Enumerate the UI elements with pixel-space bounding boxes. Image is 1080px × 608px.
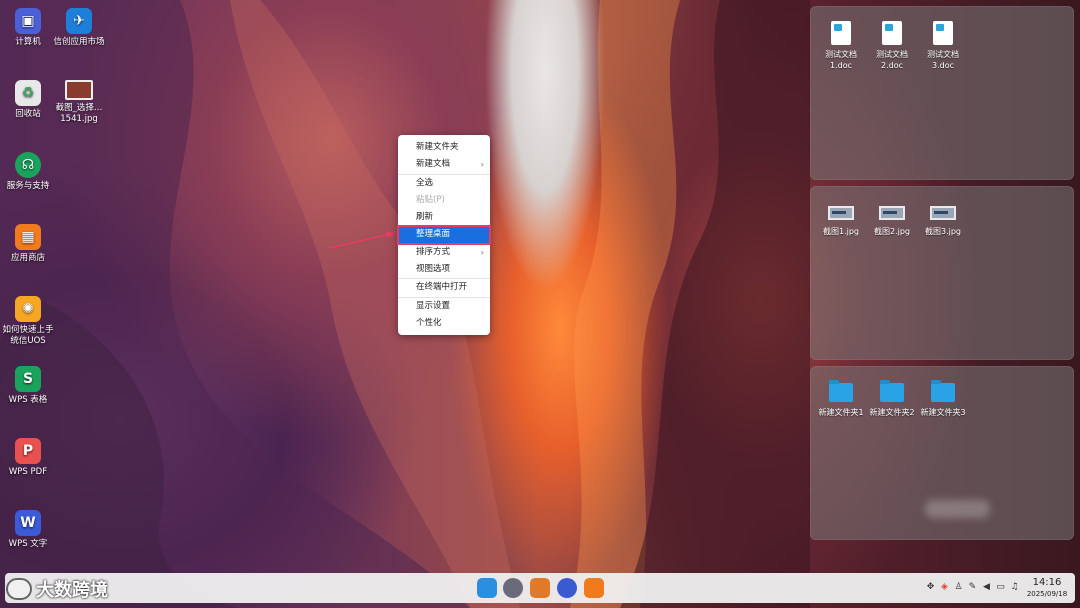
doc-item-2[interactable]: 测试文档2.doc xyxy=(868,21,916,71)
computer-icon: ▣ xyxy=(15,8,41,34)
menu-item-select-all[interactable]: 全选 xyxy=(398,175,490,192)
doc-file-icon xyxy=(933,21,953,45)
blurred-region xyxy=(925,500,990,518)
support-icon: ☊ xyxy=(15,152,41,178)
folder-item-3[interactable]: 新建文件夹3 xyxy=(919,380,967,418)
settings-icon[interactable] xyxy=(557,578,577,598)
image-item-1[interactable]: 截图1.jpg xyxy=(817,203,865,237)
image-file-icon xyxy=(65,80,93,100)
taskbar: ✥ ◈ ♙ ✎ ◀ ▭ ♫ 14:16 2025/09/18 xyxy=(5,573,1075,603)
menu-item-paste[interactable]: 粘贴(P) xyxy=(398,192,490,209)
desktop-icon-app-market[interactable]: ✈ 信创应用市场 xyxy=(53,8,105,48)
images-panel[interactable]: 截图1.jpg 截图2.jpg 截图3.jpg xyxy=(810,186,1074,360)
image-file-icon xyxy=(930,206,956,220)
watermark-logo xyxy=(6,578,32,600)
desktop-icon-support[interactable]: ☊ 服务与支持 xyxy=(2,152,54,192)
folder-item-2[interactable]: 新建文件夹2 xyxy=(868,380,916,418)
camera-icon[interactable] xyxy=(503,578,523,598)
trash-icon: ♻ xyxy=(15,80,41,106)
documents-panel[interactable]: 测试文档1.doc 测试文档2.doc 测试文档3.doc xyxy=(810,6,1074,180)
app-store-icon[interactable] xyxy=(584,578,604,598)
menu-item-new-folder[interactable]: 新建文件夹 xyxy=(398,139,490,156)
menu-item-personalize[interactable]: 个性化 xyxy=(398,315,490,332)
menu-item-display-settings[interactable]: 显示设置 xyxy=(398,298,490,315)
clock-time: 14:16 xyxy=(1032,577,1062,588)
desktop-icon-wps-sheet[interactable]: S WPS 表格 xyxy=(2,366,54,406)
menu-item-organize-desktop[interactable]: 整理桌面 xyxy=(397,225,491,245)
bulb-icon: ✺ xyxy=(15,296,41,322)
chevron-right-icon: › xyxy=(480,160,484,170)
desktop-icon-trash[interactable]: ♻ 回收站 xyxy=(2,80,54,120)
clock-date: 2025/09/18 xyxy=(1026,590,1068,598)
wps-pdf-icon: P xyxy=(15,438,41,464)
store-icon: ▦ xyxy=(15,224,41,250)
folder-icon xyxy=(931,380,955,402)
doc-file-icon xyxy=(882,21,902,45)
clock[interactable]: 14:16 2025/09/18 xyxy=(1023,576,1071,599)
file-manager-icon[interactable] xyxy=(477,578,497,598)
menu-item-refresh[interactable]: 刷新 xyxy=(398,209,490,226)
penguin-icon[interactable]: ♙ xyxy=(954,582,963,592)
chevron-right-icon: › xyxy=(480,247,484,257)
menu-item-open-terminal[interactable]: 在终端中打开 xyxy=(398,279,490,296)
desktop-icon-computer[interactable]: ▣ 计算机 xyxy=(2,8,54,48)
image-viewer-icon[interactable] xyxy=(530,578,550,598)
desktop-icon-wps-writer[interactable]: W WPS 文字 xyxy=(2,510,54,550)
image-file-icon xyxy=(879,206,905,220)
image-item-3[interactable]: 截图3.jpg xyxy=(919,203,967,237)
shield-icon[interactable]: ◈ xyxy=(940,582,949,592)
doc-file-icon xyxy=(831,21,851,45)
desktop-context-menu: 新建文件夹 新建文档 › 全选 粘贴(P) 刷新 整理桌面 排序方式 › 视图选项 … xyxy=(397,135,491,335)
system-tray: ✥ ◈ ♙ ✎ ◀ ▭ ♫ xyxy=(926,582,1019,592)
image-item-2[interactable]: 截图2.jpg xyxy=(868,203,916,237)
folder-icon xyxy=(880,380,904,402)
pen-icon[interactable]: ✎ xyxy=(968,582,977,592)
notification-icon[interactable]: ♫ xyxy=(1010,582,1019,592)
wps-sheet-icon: S xyxy=(15,366,41,392)
desktop-icon-screenshot-file[interactable]: 截图_选择…1541.jpg xyxy=(53,80,105,125)
desktop-icon-quickstart[interactable]: ✺ 如何快速上手统信UOS xyxy=(2,296,54,347)
network-icon[interactable]: ✥ xyxy=(926,582,935,592)
folder-icon xyxy=(829,380,853,402)
menu-item-sort-by[interactable]: 排序方式 › xyxy=(398,244,490,261)
doc-item-3[interactable]: 测试文档3.doc xyxy=(919,21,967,71)
app-market-icon: ✈ xyxy=(66,8,92,34)
desktop-icon-wps-pdf[interactable]: P WPS PDF xyxy=(2,438,54,478)
folder-item-1[interactable]: 新建文件夹1 xyxy=(817,380,865,418)
doc-item-1[interactable]: 测试文档1.doc xyxy=(817,21,865,71)
menu-item-view-options[interactable]: 视图选项 xyxy=(398,261,490,278)
menu-item-new-document[interactable]: 新建文档 › xyxy=(398,156,490,173)
image-file-icon xyxy=(828,206,854,220)
volume-icon[interactable]: ◀ xyxy=(982,582,991,592)
watermark: 大数跨境 xyxy=(6,576,108,602)
annotation-arrow xyxy=(328,231,395,249)
desktop-icon-store[interactable]: ▦ 应用商店 xyxy=(2,224,54,264)
battery-icon[interactable]: ▭ xyxy=(996,582,1005,592)
wps-writer-icon: W xyxy=(15,510,41,536)
